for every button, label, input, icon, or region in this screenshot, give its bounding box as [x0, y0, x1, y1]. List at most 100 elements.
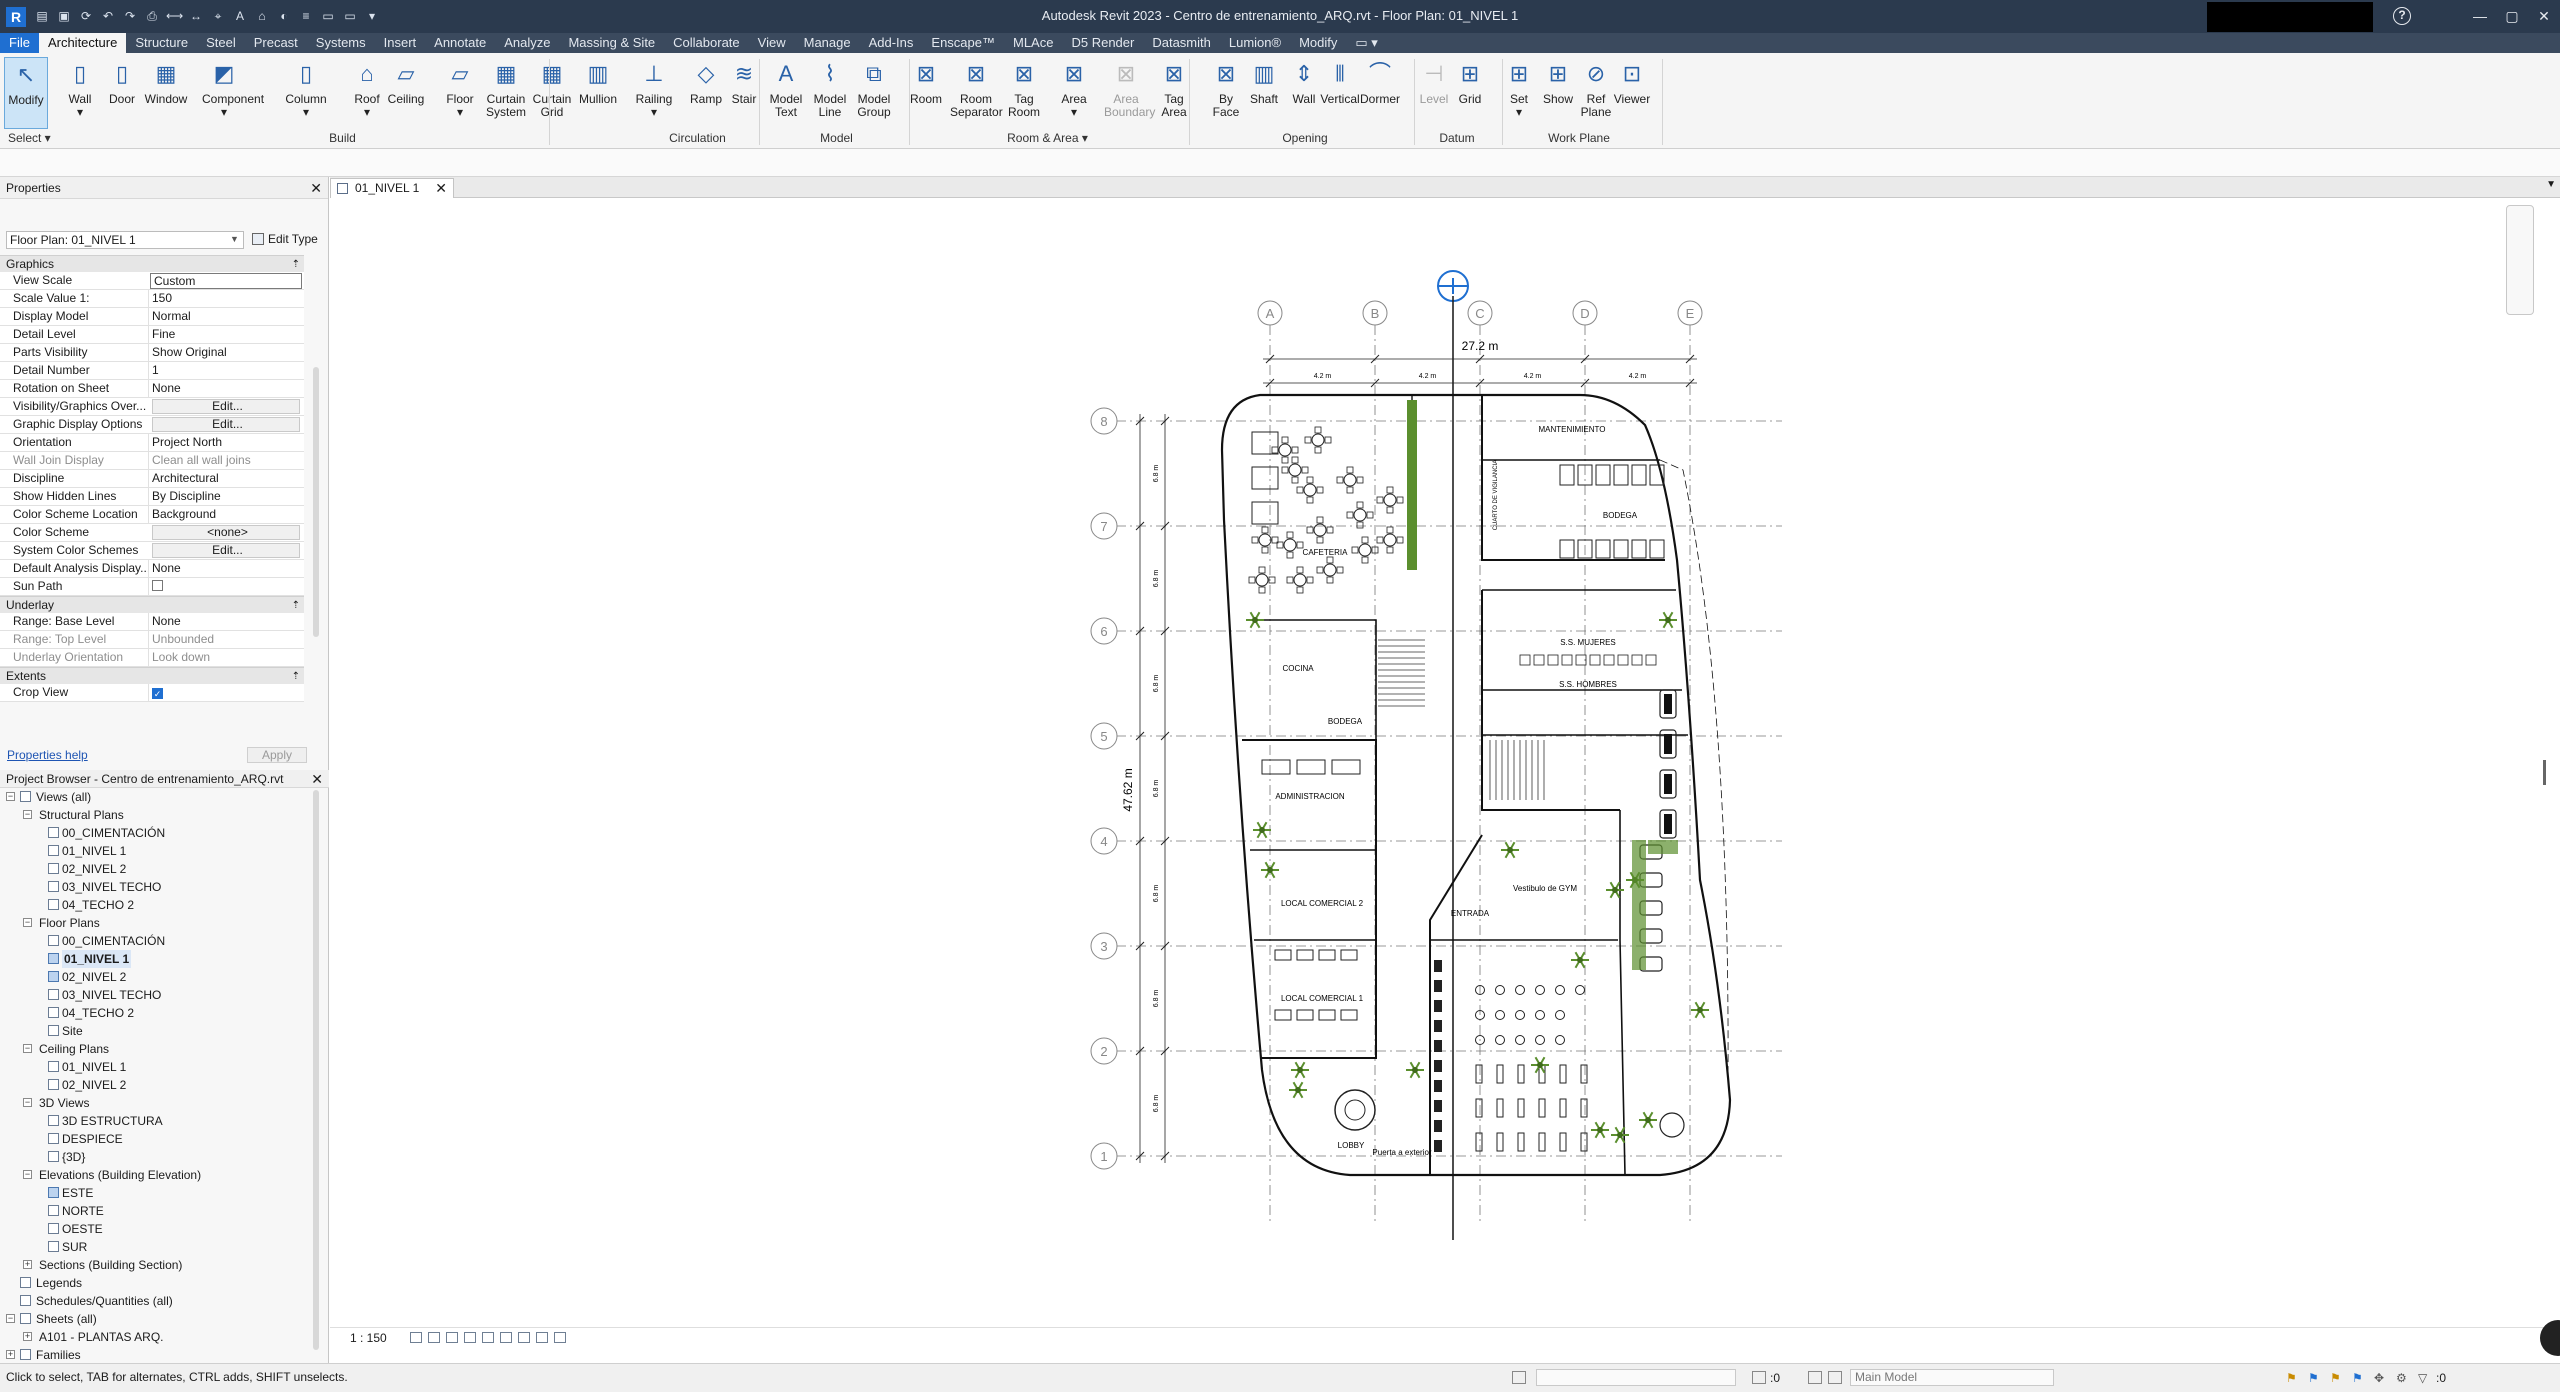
ribbon-set-button[interactable]: ⊞ Set ▾ [1497, 57, 1541, 129]
tab-insert[interactable]: Insert [375, 33, 426, 53]
browser-node[interactable]: Site [0, 1022, 329, 1040]
tab-steel[interactable]: Steel [197, 33, 245, 53]
property-value[interactable]: ✓ [148, 684, 304, 701]
room-label[interactable]: S.S. HOMBRES [1559, 680, 1617, 689]
property-value[interactable]: Unbounded [148, 631, 304, 648]
crop-view-icon[interactable] [482, 1332, 494, 1343]
view-tab-close-button[interactable]: ✕ [435, 179, 447, 198]
bay-dim[interactable]: 4.2 m [1314, 373, 1332, 380]
browser-node[interactable]: − Ceiling Plans [0, 1040, 329, 1058]
room-label[interactable]: CAFETERIA [1303, 548, 1349, 557]
property-value[interactable]: None [148, 613, 304, 630]
ribbon-modify-button[interactable]: ↖ Modify [4, 57, 48, 129]
browser-node[interactable]: 3D ESTRUCTURA [0, 1112, 329, 1130]
row-dim[interactable]: 6.8 m [1153, 990, 1160, 1008]
browser-node[interactable]: + A101 - PLANTAS ARQ. [0, 1328, 329, 1346]
project-browser-close-button[interactable]: ✕ [311, 770, 323, 788]
ribbon-tag-room-button[interactable]: ⊠ Tag Room [1002, 57, 1046, 129]
browser-node[interactable]: 01_NIVEL 1 [0, 950, 329, 968]
property-group-underlay[interactable]: Underlay ⇡ [0, 596, 304, 613]
select-by-face-icon[interactable]: ⚑ [2352, 1371, 2366, 1385]
ribbon-floor-button[interactable]: ▱ Floor ▾ [438, 57, 482, 129]
property-value[interactable]: By Discipline [148, 488, 304, 505]
room-label[interactable]: Vestibulo de GYM [1513, 884, 1577, 893]
collapse-icon[interactable]: − [23, 810, 32, 819]
tab-precast[interactable]: Precast [245, 33, 307, 53]
room-label[interactable]: Puerta a exterior [1372, 1148, 1431, 1157]
room-label[interactable]: BODEGA [1328, 717, 1363, 726]
select-panel-label[interactable]: Select ▾ [8, 131, 51, 145]
building[interactable] [1220, 393, 1732, 1177]
tab-view[interactable]: View [749, 33, 795, 53]
ribbon-door-button[interactable]: ▯ Door [100, 57, 144, 129]
design-option-selector[interactable]: Main Model [1850, 1369, 2054, 1386]
ribbon-vertical-button[interactable]: ⫴ Vertical [1318, 57, 1362, 129]
tab-analyze[interactable]: Analyze [495, 33, 559, 53]
tab-more[interactable]: ▭ ▾ [1346, 33, 1386, 53]
bay-dim[interactable]: 4.2 m [1524, 373, 1542, 380]
property-value[interactable]: Normal [148, 308, 304, 325]
browser-node[interactable]: OESTE [0, 1220, 329, 1238]
ribbon-model-group-button[interactable]: ⧉ Model Group [852, 57, 896, 129]
ribbon-room-button[interactable]: ⊠ Room [904, 57, 948, 129]
ribbon-window-button[interactable]: ▦ Window [144, 57, 188, 129]
tab-add-ins[interactable]: Add-Ins [860, 33, 923, 53]
select-underlay-icon[interactable]: ⚑ [2308, 1371, 2322, 1385]
navigation-bar[interactable] [2506, 205, 2534, 315]
canvas-scroll-marker[interactable] [2543, 760, 2546, 785]
floor-plan-canvas[interactable]: A B C D E 8 7 6 5 4 3 2 1 27.2 m 4.2 m 4.2 m 4.2 m 4.2 m 4… [330, 199, 2560, 1327]
room-label[interactable]: MANTENIMIENTO [1539, 425, 1606, 434]
tab-massing-site[interactable]: Massing & Site [559, 33, 664, 53]
browser-node[interactable]: 02_NIVEL 2 [0, 968, 329, 986]
ribbon-dormer-button[interactable]: ⌒ Dormer [1358, 57, 1402, 129]
type-selector[interactable]: Floor Plan: 01_NIVEL 1 ▼ Edit Type [6, 231, 322, 249]
temporary-hide-icon[interactable] [536, 1332, 548, 1343]
browser-node[interactable]: DESPIECE [0, 1130, 329, 1148]
tab-collaborate[interactable]: Collaborate [664, 33, 749, 53]
browser-node[interactable]: 02_NIVEL 2 [0, 1076, 329, 1094]
browser-node[interactable]: Schedules/Quantities (all) [0, 1292, 329, 1310]
overall-height-dim[interactable]: 47.62 m [1121, 768, 1135, 811]
properties-scrollbar[interactable] [313, 367, 319, 637]
tab-datasmith[interactable]: Datasmith [1143, 33, 1220, 53]
tab-modify[interactable]: Modify [1290, 33, 1346, 53]
ribbon-curtain-grid-button[interactable]: ▦ Curtain Grid [530, 57, 574, 129]
browser-node[interactable]: − Sheets (all) [0, 1310, 329, 1328]
crop-view-checkbox[interactable]: ✓ [152, 688, 163, 699]
type-selector-value[interactable]: Floor Plan: 01_NIVEL 1 [6, 231, 244, 249]
sun-path-checkbox[interactable] [152, 580, 163, 591]
edit-type-button[interactable]: Edit Type [252, 232, 318, 246]
property-value[interactable]: Architectural [148, 470, 304, 487]
design-options-icon[interactable] [1808, 1371, 1822, 1384]
detail-level-icon[interactable] [410, 1332, 422, 1343]
property-value[interactable]: Clean all wall joins [148, 452, 304, 469]
browser-node[interactable]: 00_CIMENTACIÓN [0, 932, 329, 950]
row-dim[interactable]: 6.8 m [1153, 465, 1160, 483]
property-value[interactable]: <none> [152, 525, 300, 540]
filter-icon[interactable]: ▽ [2418, 1371, 2432, 1385]
tab-manage[interactable]: Manage [795, 33, 860, 53]
overall-width-dim[interactable]: 27.2 m [1462, 339, 1499, 353]
browser-node[interactable]: − Floor Plans [0, 914, 329, 932]
ribbon-wall-button[interactable]: ▯ Wall ▾ [58, 57, 102, 129]
ribbon-component-button[interactable]: ◩ Component ▾ [202, 57, 264, 129]
property-value[interactable]: Custom [150, 273, 302, 289]
property-value[interactable]: 150 [148, 290, 304, 307]
ribbon-curtain-system-button[interactable]: ▦ Curtain System [484, 57, 528, 129]
browser-node[interactable]: −3D Views [0, 1094, 329, 1112]
ribbon-grid-button[interactable]: ⊞ Grid [1448, 57, 1492, 129]
expand-icon[interactable]: + [23, 1260, 32, 1269]
collapse-icon[interactable]: ⇡ [292, 597, 300, 614]
editable-only-icon[interactable] [1752, 1371, 1766, 1384]
tab-lumion[interactable]: Lumion® [1220, 33, 1290, 53]
property-value[interactable] [148, 578, 304, 595]
property-value[interactable]: 1 [148, 362, 304, 379]
property-value[interactable]: Show Original [148, 344, 304, 361]
tab-d5-render[interactable]: D5 Render [1062, 33, 1143, 53]
browser-node[interactable]: 04_TECHO 2 [0, 896, 329, 914]
collapse-icon[interactable]: ⇡ [292, 256, 300, 273]
property-value[interactable]: Fine [148, 326, 304, 343]
show-crop-icon[interactable] [500, 1332, 512, 1343]
property-value[interactable]: Project North [148, 434, 304, 451]
browser-node[interactable]: 02_NIVEL 2 [0, 860, 329, 878]
